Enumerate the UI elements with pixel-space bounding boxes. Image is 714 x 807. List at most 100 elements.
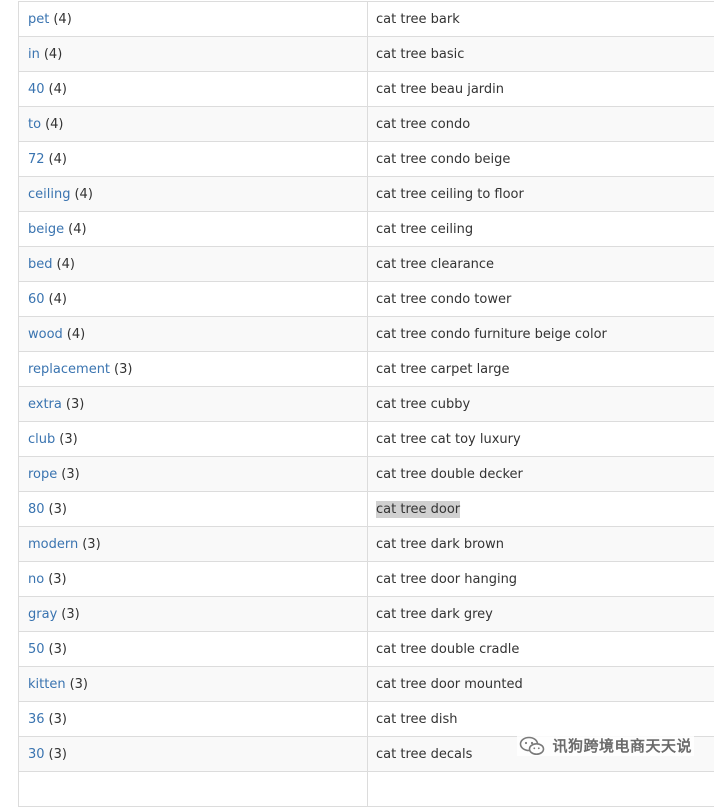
- word-link[interactable]: modern: [28, 537, 78, 552]
- phrase-cell: cat tree basic: [368, 37, 714, 71]
- table-row: beige (4) cat tree ceiling: [19, 212, 714, 247]
- table-row: [19, 772, 714, 807]
- word-count: (4): [48, 291, 67, 307]
- phrase-cell: cat tree condo furniture beige color: [368, 317, 714, 351]
- table-row: gray (3) cat tree dark grey: [19, 597, 714, 632]
- word-link[interactable]: 36: [28, 712, 45, 727]
- word-link[interactable]: 50: [28, 642, 45, 657]
- word-link[interactable]: ceiling: [28, 187, 70, 202]
- phrase-text: cat tree condo: [376, 116, 471, 132]
- table-row: 40 (4) cat tree beau jardin: [19, 72, 714, 107]
- word-cell: in (4): [19, 37, 368, 71]
- table-row: 36 (3) cat tree dish: [19, 702, 714, 737]
- word-link[interactable]: no: [28, 572, 44, 587]
- word-link[interactable]: to: [28, 117, 41, 132]
- table-row: ceiling (4) cat tree ceiling to floor: [19, 177, 714, 212]
- word-link[interactable]: 60: [28, 292, 45, 307]
- phrase-cell: cat tree dish: [368, 702, 714, 736]
- table-row: club (3) cat tree cat toy luxury: [19, 422, 714, 457]
- phrase-text: cat tree dark grey: [376, 606, 493, 622]
- table-row: kitten (3) cat tree door mounted: [19, 667, 714, 702]
- phrase-text: cat tree door hanging: [376, 571, 518, 587]
- word-count: (4): [66, 326, 86, 342]
- word-cell: gray (3): [19, 597, 368, 631]
- phrase-cell: cat tree door hanging: [368, 562, 714, 596]
- word-cell: club (3): [19, 422, 368, 456]
- word-count: (3): [114, 361, 133, 377]
- word-link[interactable]: 80: [28, 502, 45, 517]
- word-link[interactable]: replacement: [28, 362, 110, 377]
- phrase-cell: cat tree ceiling: [368, 212, 714, 246]
- phrase-text: cat tree condo tower: [376, 291, 512, 307]
- phrase-cell: cat tree carpet large: [368, 352, 714, 386]
- word-link[interactable]: club: [28, 432, 55, 447]
- table-row: rope (3) cat tree double decker: [19, 457, 714, 492]
- phrase-text: cat tree dish: [376, 711, 458, 727]
- phrase-cell: cat tree beau jardin: [368, 72, 714, 106]
- phrase-cell: cat tree double cradle: [368, 632, 714, 666]
- phrase-cell: cat tree door: [368, 492, 714, 526]
- word-count: (4): [56, 256, 75, 272]
- table-row: modern (3) cat tree dark brown: [19, 527, 714, 562]
- word-count: (4): [53, 11, 72, 27]
- phrase-text: cat tree beau jardin: [376, 81, 505, 97]
- word-cell: kitten (3): [19, 667, 368, 701]
- word-link[interactable]: bed: [28, 257, 53, 272]
- word-count: (3): [48, 571, 67, 587]
- phrase-text: cat tree cat toy luxury: [376, 431, 521, 447]
- phrase-text: cat tree carpet large: [376, 361, 510, 377]
- table-row: pet (4) cat tree bark: [19, 2, 714, 37]
- table-row: wood (4) cat tree condo furniture beige co…: [19, 317, 714, 352]
- word-cell: 72 (4): [19, 142, 368, 176]
- word-link[interactable]: wood: [28, 327, 63, 342]
- word-count: (3): [65, 396, 85, 412]
- word-count: (3): [59, 431, 78, 447]
- word-count: (4): [48, 151, 67, 167]
- word-link[interactable]: beige: [28, 222, 64, 237]
- phrase-cell: cat tree cat toy luxury: [368, 422, 714, 456]
- word-cell: pet (4): [19, 2, 368, 36]
- word-cell: 60 (4): [19, 282, 368, 316]
- wechat-icon: [520, 736, 545, 755]
- table-row: extra (3) cat tree cubby: [19, 387, 714, 422]
- phrase-cell: cat tree bark: [368, 2, 714, 36]
- word-link[interactable]: extra: [28, 397, 62, 412]
- word-cell: 30 (3): [19, 737, 368, 771]
- table-row: no (3) cat tree door hanging: [19, 562, 714, 597]
- word-count: (3): [48, 501, 67, 517]
- phrase-text: cat tree double decker: [376, 466, 523, 482]
- word-link[interactable]: pet: [28, 12, 49, 27]
- phrase-text: cat tree double cradle: [376, 641, 520, 657]
- word-count: (3): [48, 711, 67, 727]
- table-row: bed (4) cat tree clearance: [19, 247, 714, 282]
- word-link[interactable]: in: [28, 47, 40, 62]
- watermark: 讯狗跨境电商天天说: [517, 735, 694, 756]
- table-row: replacement (3) cat tree carpet large: [19, 352, 714, 387]
- word-link[interactable]: gray: [28, 607, 57, 622]
- word-cell: [19, 772, 368, 806]
- table-row: to (4) cat tree condo: [19, 107, 714, 142]
- word-count: (3): [69, 676, 88, 692]
- word-cell: no (3): [19, 562, 368, 596]
- word-link[interactable]: 30: [28, 747, 45, 762]
- word-link[interactable]: rope: [28, 467, 57, 482]
- word-link[interactable]: 40: [28, 82, 45, 97]
- phrase-text: cat tree door mounted: [376, 676, 523, 692]
- word-cell: 50 (3): [19, 632, 368, 666]
- phrase-text: cat tree dark brown: [376, 536, 504, 552]
- phrase-cell: cat tree door mounted: [368, 667, 714, 701]
- table-row: 60 (4) cat tree condo tower: [19, 282, 714, 317]
- phrase-cell: cat tree double decker: [368, 457, 714, 491]
- word-count: (4): [74, 186, 93, 202]
- phrase-text: cat tree cubby: [376, 396, 471, 412]
- phrase-cell: cat tree dark brown: [368, 527, 714, 561]
- phrase-cell: cat tree clearance: [368, 247, 714, 281]
- word-cell: to (4): [19, 107, 368, 141]
- phrase-cell: cat tree condo beige: [368, 142, 714, 176]
- phrase-cell: cat tree cubby: [368, 387, 714, 421]
- word-link[interactable]: kitten: [28, 677, 66, 692]
- word-link[interactable]: 72: [28, 152, 45, 167]
- phrase-cell: cat tree ceiling to floor: [368, 177, 714, 211]
- word-cell: modern (3): [19, 527, 368, 561]
- phrase-text: cat tree condo beige: [376, 151, 511, 167]
